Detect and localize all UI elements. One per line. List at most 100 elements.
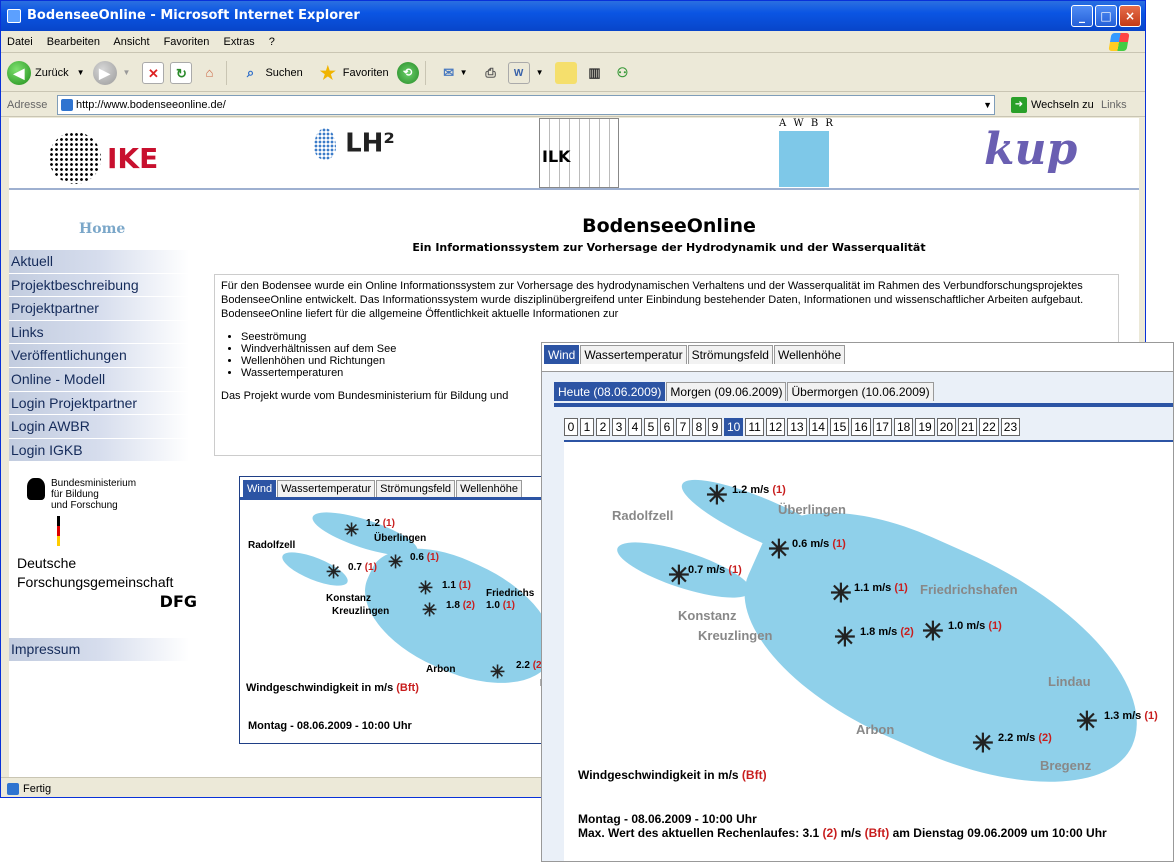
- favorites-star-icon[interactable]: ★: [317, 62, 339, 84]
- address-dropdown-icon[interactable]: ▼: [983, 96, 992, 114]
- town-lindau: Lindau: [1048, 674, 1091, 689]
- tab-today[interactable]: Heute (08.06.2009): [554, 382, 666, 401]
- hour-tab-17[interactable]: 17: [872, 418, 892, 436]
- maximize-button[interactable]: □: [1095, 5, 1117, 27]
- back-arrow-icon[interactable]: ◀: [7, 60, 31, 85]
- tab-wassertemperatur[interactable]: Wassertemperatur: [580, 345, 687, 364]
- menu-ansicht[interactable]: Ansicht: [113, 36, 149, 48]
- lake-main: [346, 526, 568, 708]
- home-link[interactable]: Home: [79, 221, 125, 237]
- tab-day-after-tomorrow[interactable]: Übermorgen (10.06.2009): [787, 382, 934, 401]
- sidebar-item-links[interactable]: Links: [9, 320, 189, 345]
- widget-tabs: Wind Wassertemperatur Strömungsfeld Well…: [240, 477, 568, 500]
- refresh-icon[interactable]: ↻: [170, 61, 193, 84]
- favorites-button[interactable]: Favoriten: [343, 67, 389, 79]
- hour-tab-13[interactable]: 13: [787, 418, 807, 436]
- back-button[interactable]: Zurück: [35, 67, 69, 79]
- tab-tomorrow[interactable]: Morgen (09.06.2009): [666, 382, 787, 401]
- bmbf-logo[interactable]: Bundesministerium für Bildung und Forsch…: [27, 478, 161, 546]
- home-icon[interactable]: ⌂: [198, 62, 220, 84]
- messenger-icon[interactable]: ⚇: [611, 62, 633, 84]
- minimize-button[interactable]: _: [1071, 5, 1093, 27]
- tab-wind[interactable]: Wind: [243, 480, 277, 497]
- kup-logo: kup: [984, 124, 1078, 175]
- hour-tab-11[interactable]: 11: [745, 418, 764, 436]
- links-button[interactable]: Links: [1101, 93, 1127, 117]
- hour-tab-15[interactable]: 15: [829, 418, 850, 436]
- tab-wind[interactable]: Wind: [544, 345, 580, 364]
- sidebar-item-aktuell[interactable]: Aktuell: [9, 250, 189, 274]
- sidebar-item-login-projektpartner[interactable]: Login Projektpartner: [9, 391, 189, 416]
- go-button[interactable]: Wechseln zu: [1031, 93, 1094, 117]
- menu-favoriten[interactable]: Favoriten: [164, 36, 210, 48]
- discuss-icon[interactable]: [555, 61, 578, 84]
- hour-tab-22[interactable]: 22: [979, 418, 999, 436]
- hour-tab-5[interactable]: 5: [644, 418, 658, 436]
- sidebar-item-projektpartner[interactable]: Projektpartner: [9, 297, 189, 321]
- edit-icon[interactable]: W: [507, 61, 530, 84]
- sidebar-item-login-igkb[interactable]: Login IGKB: [9, 438, 189, 463]
- search-button[interactable]: Suchen: [265, 67, 302, 79]
- tab-wassertemperatur[interactable]: Wassertemperatur: [277, 480, 376, 497]
- hour-tab-23[interactable]: 23: [1000, 418, 1021, 436]
- hour-tab-12[interactable]: 12: [765, 418, 786, 436]
- hour-tab-16[interactable]: 16: [851, 418, 871, 436]
- menu-datei[interactable]: Datei: [7, 36, 33, 48]
- wind-widget-large: Wind Wassertemperatur Strömungsfeld Well…: [541, 342, 1174, 862]
- town-friedrichshafen: Friedrichs: [486, 588, 535, 599]
- ike-dots-icon: [49, 132, 101, 184]
- hour-tab-1[interactable]: 1: [580, 418, 594, 436]
- hour-tab-6[interactable]: 6: [660, 418, 674, 436]
- hour-tab-9[interactable]: 9: [708, 418, 722, 436]
- tab-wellenhoehe[interactable]: Wellenhöhe: [456, 480, 522, 497]
- hour-tab-19[interactable]: 19: [915, 418, 935, 436]
- wind-arrow-icon: ✳: [326, 562, 342, 582]
- hour-tab-2[interactable]: 2: [596, 418, 610, 436]
- hour-tab-18[interactable]: 18: [893, 418, 914, 436]
- hour-tab-14[interactable]: 14: [808, 418, 828, 436]
- back-dropdown-icon[interactable]: ▼: [77, 68, 85, 77]
- sidebar-item-projektbeschreibung[interactable]: Projektbeschreibung: [9, 273, 189, 298]
- address-label: Adresse: [7, 99, 48, 111]
- sidebar-item-online-modell[interactable]: Online - Modell: [9, 367, 189, 392]
- town-konstanz: Konstanz: [678, 608, 737, 623]
- sidebar-item-login-awbr[interactable]: Login AWBR: [9, 415, 189, 439]
- hour-tab-0[interactable]: 0: [564, 418, 578, 436]
- hour-tab-4[interactable]: 4: [628, 418, 642, 436]
- wind-legend: Windgeschwindigkeit in m/s (Bft): [246, 682, 419, 694]
- go-arrow-icon[interactable]: ➜: [1011, 97, 1027, 113]
- close-button[interactable]: ×: [1119, 5, 1141, 27]
- menu-bearbeiten[interactable]: Bearbeiten: [47, 36, 100, 48]
- hour-tab-8[interactable]: 8: [692, 418, 706, 436]
- tab-stroemungsfeld[interactable]: Strömungsfeld: [376, 480, 456, 497]
- tab-stroemungsfeld[interactable]: Strömungsfeld: [687, 345, 773, 364]
- wind-speed: 1.1 m/s (1): [854, 582, 908, 594]
- stop-icon[interactable]: ✕: [142, 61, 165, 84]
- bmbf-line: und Forschung: [51, 500, 118, 511]
- wind-speed: 2.2 m/s (2): [998, 732, 1052, 744]
- hour-tab-20[interactable]: 20: [936, 418, 957, 436]
- town-konstanz: Konstanz: [326, 593, 371, 604]
- hour-tab-3[interactable]: 3: [612, 418, 626, 436]
- history-icon[interactable]: ⟲: [396, 61, 419, 84]
- research-icon[interactable]: ▥: [583, 62, 605, 84]
- search-icon[interactable]: ⌕: [239, 62, 261, 84]
- edit-dropdown-icon[interactable]: ▼: [536, 68, 544, 77]
- hour-tab-7[interactable]: 7: [676, 418, 690, 436]
- wind-arrow-icon: ✳: [388, 552, 404, 572]
- tab-wellenhoehe[interactable]: Wellenhöhe: [773, 345, 846, 364]
- forward-dropdown-icon[interactable]: ▼: [123, 68, 131, 77]
- hour-tab-21[interactable]: 21: [958, 418, 978, 436]
- print-icon[interactable]: ⎙: [480, 62, 502, 84]
- sidebar-item-veroeffentlichungen[interactable]: Veröffentlichungen: [9, 344, 189, 368]
- mail-dropdown-icon[interactable]: ▼: [460, 68, 468, 77]
- forward-arrow-icon[interactable]: ▶: [92, 60, 117, 85]
- dfg-logo[interactable]: Deutsche Forschungsgemeinschaft DFG: [17, 554, 197, 611]
- address-input[interactable]: http://www.bodenseeonline.de/ ▼: [57, 95, 995, 115]
- menu-help[interactable]: ?: [269, 36, 275, 48]
- sidebar-item-impressum[interactable]: Impressum: [9, 638, 189, 662]
- wind-arrow-icon: ✳: [668, 560, 690, 590]
- hour-tab-10[interactable]: 10: [724, 418, 744, 436]
- menu-extras[interactable]: Extras: [223, 36, 254, 48]
- mail-icon[interactable]: ✉: [438, 62, 460, 84]
